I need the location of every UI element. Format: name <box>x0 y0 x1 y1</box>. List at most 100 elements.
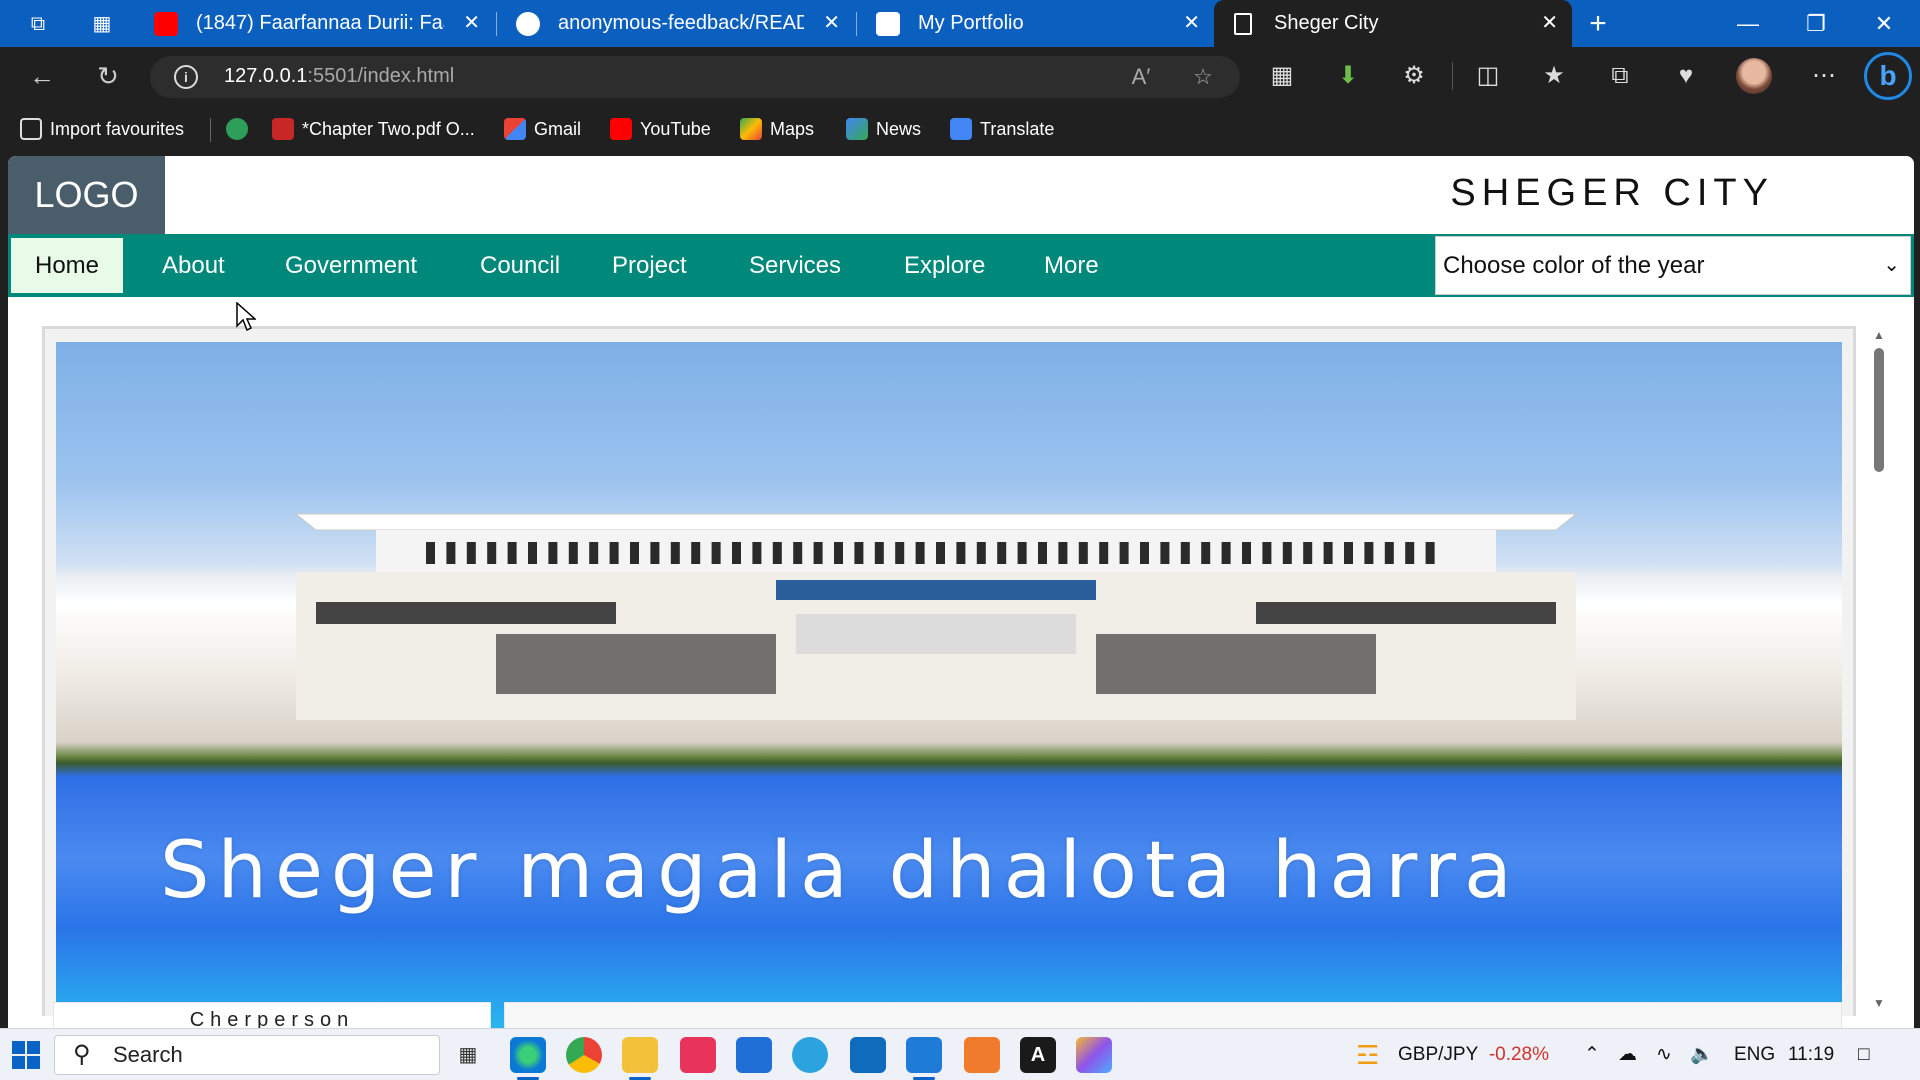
workspaces-icon[interactable]: ⧉ <box>24 10 52 38</box>
tab-portfolio[interactable]: My Portfolio ✕ <box>858 0 1214 47</box>
telegram-icon[interactable] <box>792 1037 828 1073</box>
tab-title: (1847) Faarfannaa Durii: Faarfata <box>196 12 444 34</box>
translate-icon <box>950 118 972 140</box>
close-window-button[interactable]: ✕ <box>1850 0 1918 47</box>
nav-government[interactable]: Government <box>261 238 441 293</box>
microsoft-store-icon[interactable] <box>736 1037 772 1073</box>
building-window <box>1180 542 1190 564</box>
building-window <box>895 542 905 564</box>
portfolio-icon <box>876 12 900 36</box>
site-logo[interactable]: LOGO <box>8 156 165 234</box>
language-indicator[interactable]: ENG <box>1734 1029 1775 1080</box>
building-window <box>1099 542 1109 564</box>
nav-explore[interactable]: Explore <box>880 238 1009 293</box>
favorite-gmail[interactable]: Gmail <box>504 114 581 144</box>
building-window <box>528 542 537 564</box>
split-screen-icon[interactable]: ◫ <box>1468 56 1508 96</box>
page-scrollbar[interactable]: ▲ ▼ <box>1870 326 1888 1016</box>
favorite-news[interactable]: News <box>846 114 921 144</box>
site-info-icon[interactable]: i <box>174 65 198 89</box>
color-of-year-select[interactable]: Choose color of the year ⌄ <box>1435 236 1911 295</box>
building-window <box>426 542 435 564</box>
notifications-icon[interactable]: □ <box>1858 1029 1869 1080</box>
close-icon[interactable]: ✕ <box>463 0 480 47</box>
favorite-maps[interactable]: Maps <box>740 114 814 144</box>
favorite-vine[interactable] <box>226 114 248 144</box>
extension-icon[interactable]: ▦ <box>1262 56 1302 96</box>
close-icon[interactable]: ✕ <box>1541 0 1558 47</box>
currency-widget-icon[interactable]: ☲ <box>1356 1029 1379 1080</box>
refresh-button[interactable]: ↻ <box>88 56 128 96</box>
building-window <box>446 542 456 564</box>
nav-home[interactable]: Home <box>11 238 124 293</box>
building-window <box>487 542 497 564</box>
ticker-widget[interactable]: GBP/JPY -0.28% <box>1398 1029 1549 1080</box>
bing-copilot-icon[interactable]: b <box>1864 52 1912 100</box>
taskbar-search[interactable]: ⚲ Search <box>54 1035 440 1075</box>
news-icon <box>846 118 868 140</box>
clock[interactable]: 11:19 <box>1788 1029 1834 1080</box>
favorites-icon[interactable]: ★ <box>1534 56 1574 96</box>
scroll-up-icon[interactable]: ▲ <box>1873 328 1885 342</box>
tab-sheger-city[interactable]: Sheger City ✕ <box>1214 0 1572 47</box>
building-window <box>1323 542 1333 564</box>
building-window <box>691 542 701 564</box>
edge-icon[interactable] <box>510 1037 546 1073</box>
favorite-import[interactable]: Import favourites <box>20 114 184 144</box>
building-window <box>568 542 578 564</box>
profile-avatar[interactable] <box>1736 58 1772 94</box>
tab-actions-icon[interactable]: ▦ <box>88 10 116 38</box>
building-window <box>1160 542 1170 564</box>
building-window <box>630 542 639 564</box>
back-button[interactable]: ← <box>22 56 62 96</box>
building-window <box>609 542 619 564</box>
vscode-icon[interactable] <box>906 1037 942 1073</box>
favorite-star-icon[interactable]: ☆ <box>1190 64 1216 90</box>
address-bar[interactable]: i 127.0.0.1:5501/index.html A′ ☆ <box>150 56 1240 98</box>
minimize-button[interactable]: — <box>1714 0 1782 47</box>
nav-services[interactable]: Services <box>725 238 865 293</box>
tab-github[interactable]: anonymous-feedback/README.r ✕ <box>498 0 854 47</box>
onedrive-icon[interactable]: ☁ <box>1618 1029 1637 1080</box>
file-explorer-icon[interactable] <box>622 1037 658 1073</box>
windows-start-icon[interactable] <box>12 1041 40 1069</box>
favorite-youtube[interactable]: YouTube <box>610 114 711 144</box>
tab-youtube[interactable]: (1847) Faarfannaa Durii: Faarfata ✕ <box>136 0 494 47</box>
browser-essentials-icon[interactable]: ♥ <box>1666 56 1706 96</box>
show-hidden-icons-icon[interactable]: ⌃ <box>1584 1029 1600 1080</box>
building-window <box>1038 542 1047 564</box>
building-window <box>1221 542 1231 564</box>
favorite-translate[interactable]: Translate <box>950 114 1054 144</box>
nav-project[interactable]: Project <box>588 238 711 293</box>
chrome-icon[interactable] <box>566 1037 602 1073</box>
more-menu-icon[interactable]: ⋯ <box>1804 56 1844 96</box>
building-window <box>1058 542 1068 564</box>
import-icon <box>20 118 42 140</box>
nav-council[interactable]: Council <box>456 238 584 293</box>
nav-about[interactable]: About <box>138 238 249 293</box>
youtube-icon <box>154 12 178 36</box>
favorite-chapter-two[interactable]: *Chapter Two.pdf O... <box>272 114 475 144</box>
mail-icon[interactable] <box>850 1037 886 1073</box>
read-aloud-icon[interactable]: A′ <box>1128 64 1154 90</box>
adobe-icon[interactable]: A <box>1020 1037 1056 1073</box>
volume-icon[interactable]: 🔈 <box>1690 1029 1714 1080</box>
scroll-down-icon[interactable]: ▼ <box>1873 996 1885 1010</box>
scroll-thumb[interactable] <box>1874 348 1884 472</box>
building-window <box>793 542 803 564</box>
maps-icon <box>740 118 762 140</box>
extensions-icon[interactable]: ⚙ <box>1394 56 1434 96</box>
close-icon[interactable]: ✕ <box>1183 0 1200 47</box>
collections-icon[interactable]: ⧉ <box>1600 56 1640 96</box>
restore-button[interactable]: ❐ <box>1782 0 1850 47</box>
xampp-icon[interactable] <box>964 1037 1000 1073</box>
building-window <box>1140 542 1149 564</box>
download-icon[interactable]: ⬇ <box>1328 56 1368 96</box>
screen-recorder-icon[interactable] <box>680 1037 716 1073</box>
task-view-icon[interactable]: ▦ <box>450 1037 486 1073</box>
app-icon[interactable] <box>1076 1037 1112 1073</box>
new-tab-button[interactable]: + <box>1584 9 1612 39</box>
nav-more[interactable]: More <box>1020 238 1123 293</box>
close-icon[interactable]: ✕ <box>823 0 840 47</box>
wifi-icon[interactable]: ∿ <box>1656 1029 1672 1080</box>
